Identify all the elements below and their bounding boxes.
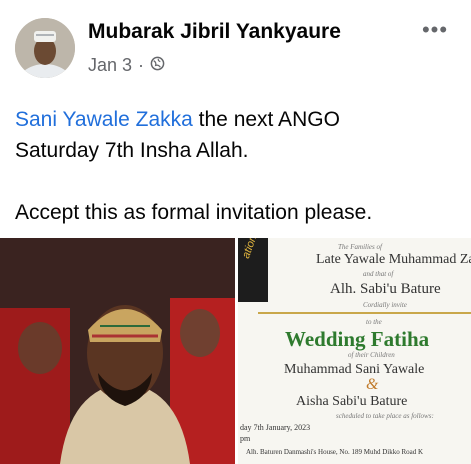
avatar-image [15,18,75,78]
globe-icon [150,55,165,76]
mention-link[interactable]: Sani Yawale Zakka [15,108,193,131]
card-ampersand: & [366,376,379,393]
more-options-icon[interactable]: ••• [419,17,451,42]
post-text: Sani Yawale Zakka the next ANGO Saturday… [15,104,460,228]
post-text-line2: Saturday 7th Insha Allah. [15,139,249,162]
separator-dot: · [138,55,145,75]
photo-invitation-card[interactable]: ation The Families of Late Yawale Muhamm… [238,238,471,464]
post-text-line3: Accept this as formal invitation please. [15,201,373,224]
post-date[interactable]: Jan 3 [88,55,132,76]
card-corner-decoration: ation [238,238,268,302]
card-of-children: of their Children [348,351,395,359]
portrait-image [0,238,235,464]
card-name2: Alh. Sabi'u Bature [330,281,441,297]
card-venue: Alh. Baturen Danmashi's House, No. 189 M… [246,448,424,456]
author-avatar[interactable] [15,18,75,78]
card-time: pm [240,434,251,443]
card-cordially: Cordially invite [363,301,407,309]
post-text-line1: the next ANGO [192,108,340,131]
card-corner-text: ation [240,238,260,261]
card-bride: Aisha Sabi'u Bature [296,394,408,409]
post-header: Mubarak Jibril Yankyaure Jan 3 · ••• [0,0,471,90]
card-scheduled: scheduled to take place as follows: [336,412,434,420]
photo-portrait[interactable] [0,238,235,464]
card-divider [258,312,471,314]
card-families: The Families of [338,243,382,251]
post-meta: Jan 3 · [88,55,165,76]
card-name1: Late Yawale Muhammad Zakka [316,252,471,267]
card-date: day 7th January, 2023 [240,423,311,432]
card-and-that: and that of [363,270,394,278]
author-name[interactable]: Mubarak Jibril Yankyaure [88,20,341,44]
card-to-the: to the [366,318,382,326]
card-event-title: Wedding Fatiha [285,327,430,351]
card-groom: Muhammad Sani Yawale [284,362,425,377]
